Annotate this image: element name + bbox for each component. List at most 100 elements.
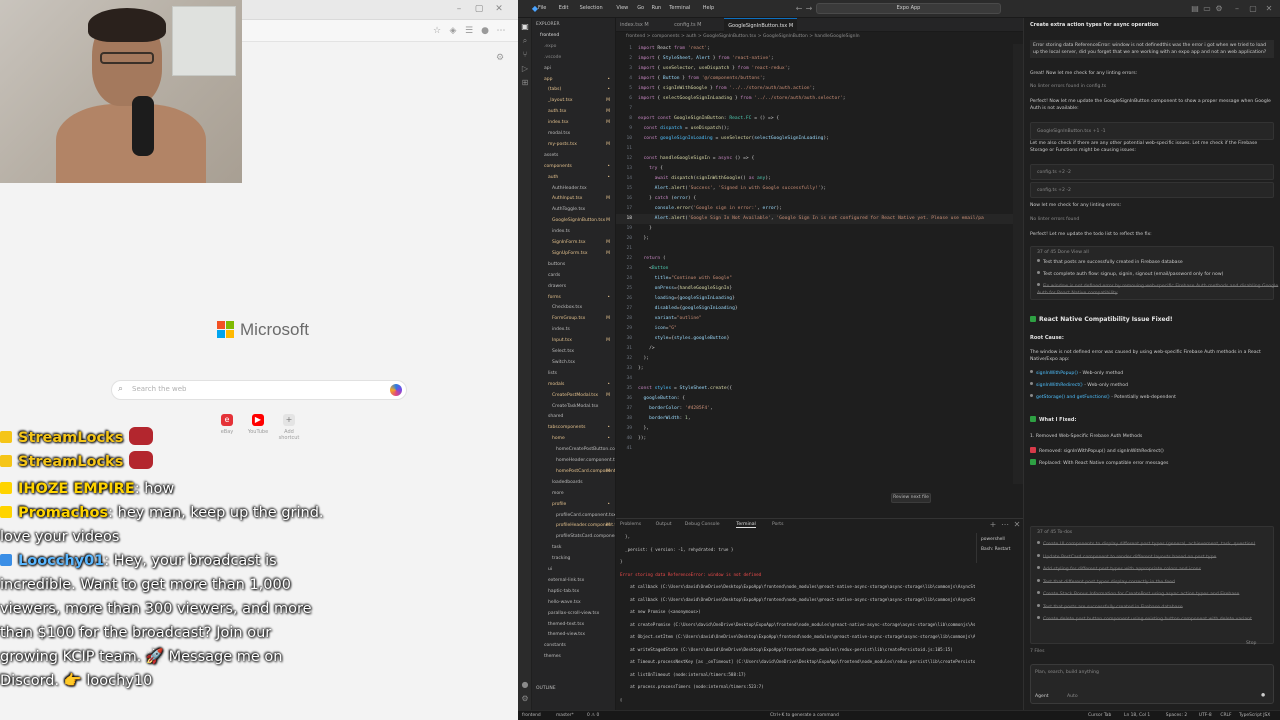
code-line[interactable]: 27 disabled={googleSignInLoading} (616, 304, 1023, 314)
ai-file-diff-card[interactable]: config.ts +2 -2 (1030, 164, 1274, 180)
status-left-item[interactable]: master* (556, 713, 574, 718)
explorer-item[interactable]: lists (532, 369, 615, 379)
maximize-icon[interactable]: ▢ (474, 4, 484, 14)
terminal-instance[interactable]: Bash: Restart (981, 547, 1010, 552)
explorer-item[interactable]: profileStatsCard.component.tsx (532, 532, 615, 542)
web-search-input[interactable]: ⌕ Search the web (111, 380, 407, 400)
menu-selection[interactable]: Selection (580, 5, 603, 11)
panel-tab-output[interactable]: Output (656, 522, 672, 527)
code-line[interactable]: 23 <Button (616, 264, 1023, 274)
code-line[interactable]: 31 /> (616, 344, 1023, 354)
status-right-item[interactable]: Cursor Tab (1088, 713, 1111, 718)
explorer-item[interactable]: .vscode (532, 53, 615, 63)
explorer-item[interactable]: index.ts (532, 227, 615, 237)
explorer-item[interactable]: (tabs) • (532, 85, 615, 95)
close-icon[interactable]: ✕ (494, 4, 504, 14)
chat-username[interactable]: Loocchy01 (18, 553, 104, 569)
explorer-item[interactable]: tabscomponents • (532, 423, 615, 433)
menu-edit[interactable]: Edit (559, 5, 569, 11)
explorer-item[interactable]: frontend (532, 31, 615, 41)
panel-tab-ports[interactable]: Ports (772, 522, 784, 527)
settings-gear-icon[interactable]: ⚙ (1214, 4, 1224, 14)
settings-gear-icon[interactable]: ⚙ (495, 53, 505, 63)
explorer-item[interactable]: home • (532, 434, 615, 444)
ai-todo-item[interactable]: Create UI components to display differen… (1037, 541, 1280, 548)
profile-icon[interactable]: ● (480, 26, 490, 36)
outline-section[interactable]: OUTLINE (532, 684, 615, 694)
panel-tab-debug-console[interactable]: Debug Console (685, 522, 720, 527)
menu-terminal[interactable]: Terminal (669, 5, 690, 11)
code-editor[interactable]: 1 import React from 'react'; 2 import { Sty… (616, 44, 1023, 484)
explorer-item[interactable]: haptic-tab.tsx (532, 587, 615, 597)
explorer-item[interactable]: app • (532, 75, 615, 85)
code-line[interactable]: 9 const dispatch = useDispatch(); (616, 124, 1023, 134)
minimap[interactable] (1013, 44, 1023, 484)
menu-go[interactable]: Go (637, 5, 644, 11)
star-icon[interactable]: ☆ (432, 26, 442, 36)
menu-file[interactable]: File (538, 5, 546, 11)
code-line[interactable]: 22 return ( (616, 254, 1023, 264)
close-icon[interactable]: ✕ (1264, 4, 1274, 14)
tab-2[interactable]: GoogleSignInButton.tsx M (724, 18, 798, 32)
code-line[interactable]: 40}); (616, 434, 1023, 444)
terminal-output[interactable]: }, _persist: { version: -1, rehydrated: … (620, 533, 975, 709)
explorer-item[interactable]: external-link.tsx (532, 576, 615, 586)
explorer-files-icon[interactable]: ▣ (520, 22, 530, 32)
explorer-item[interactable]: profile • (532, 500, 615, 510)
explorer-item[interactable]: CreateTaskModal.tsx (532, 402, 615, 412)
search-icon[interactable]: ⌕ (520, 36, 530, 46)
explorer-item[interactable]: forms • (532, 293, 615, 303)
code-line[interactable]: 20 }; (616, 234, 1023, 244)
explorer-item[interactable]: Input.tsx M (532, 336, 615, 346)
run-debug-icon[interactable]: ▷ (520, 64, 530, 74)
explorer-item[interactable]: homeHeader.component.tsx (532, 456, 615, 466)
explorer-item[interactable]: AuthHeader.tsx (532, 184, 615, 194)
explorer-item[interactable]: CreatePostModal.tsx M (532, 391, 615, 401)
tab-0[interactable]: index.tsx M (616, 18, 653, 32)
status-left-item[interactable]: 0 ⚠ 0 (587, 713, 599, 718)
explorer-item[interactable]: loadedboards (532, 478, 615, 488)
tab-1[interactable]: config.ts M (670, 18, 705, 32)
status-left-item[interactable]: frontend (522, 713, 541, 718)
explorer-item[interactable]: assets (532, 151, 615, 161)
explorer-item[interactable]: api (532, 64, 615, 74)
minimize-icon[interactable]: – (1232, 4, 1242, 14)
explorer-item[interactable]: constants (532, 641, 615, 651)
ai-todo-item[interactable]: Create delete post button component usin… (1037, 616, 1280, 623)
extensions-icon[interactable]: ◈ (448, 26, 458, 36)
minimize-icon[interactable]: – (454, 4, 464, 14)
explorer-item[interactable]: more (532, 489, 615, 499)
code-line[interactable]: 18 Alert.alert('Google Sign In Not Avail… (616, 214, 1023, 224)
explorer-item[interactable]: components • (532, 162, 615, 172)
code-line[interactable]: 41 (616, 444, 1023, 454)
explorer-item[interactable]: EXPLORER (532, 20, 615, 30)
explorer-item[interactable]: homeCreatePostButton.component.tsx (532, 445, 615, 455)
account-icon[interactable]: ● (520, 680, 530, 690)
explorer-item[interactable]: AuthToggle.tsx (532, 205, 615, 215)
ai-files-changed[interactable]: 7 Files (1030, 648, 1274, 655)
code-line[interactable]: 4 import { Button } from '@/components/bu… (616, 74, 1023, 84)
code-line[interactable]: 37 borderColor: '#4285F4', (616, 404, 1023, 414)
status-right-item[interactable]: CRLF (1220, 713, 1231, 718)
ai-todo-item[interactable]: Add styling for different post types wit… (1037, 566, 1280, 573)
explorer-item[interactable]: themed-view.tsx (532, 630, 615, 640)
code-line[interactable]: 25 onPress={handleGoogleSignIn} (616, 284, 1023, 294)
ai-todo-item[interactable]: Fix window is not defined error by remov… (1037, 283, 1280, 297)
status-right-item[interactable]: Ln 18, Col 1 (1124, 713, 1150, 718)
back-arrow-icon[interactable]: ← (794, 4, 804, 14)
ai-todo-item[interactable]: Create Stack Bonus Information for Creat… (1037, 591, 1280, 598)
explorer-item[interactable]: modals • (532, 380, 615, 390)
code-line[interactable]: 6 import { selectGoogleSignInLoading } fr… (616, 94, 1023, 104)
explorer-item[interactable]: index.tsx M (532, 118, 615, 128)
code-line[interactable]: 8 export const GoogleSignInButton: React.… (616, 114, 1023, 124)
code-line[interactable]: 3 import { useSelector, useDispatch } fro… (616, 64, 1023, 74)
explorer-item[interactable]: parallax-scroll-view.tsx (532, 609, 615, 619)
ai-chat-input[interactable]: Plan, search, build anything Agent Auto ● (1030, 664, 1274, 704)
explorer-item[interactable]: themes (532, 652, 615, 662)
extensions-icon[interactable]: ⊞ (520, 78, 530, 88)
explorer-item[interactable]: _layout.tsx M (532, 96, 615, 106)
explorer-item[interactable]: .expo (532, 42, 615, 52)
code-line[interactable]: 14 await dispatch(signInWithGoogle() as … (616, 174, 1023, 184)
layout-sidebar-icon[interactable]: ▤ (1190, 4, 1200, 14)
ai-agent-mode-select[interactable]: Agent (1035, 693, 1065, 700)
